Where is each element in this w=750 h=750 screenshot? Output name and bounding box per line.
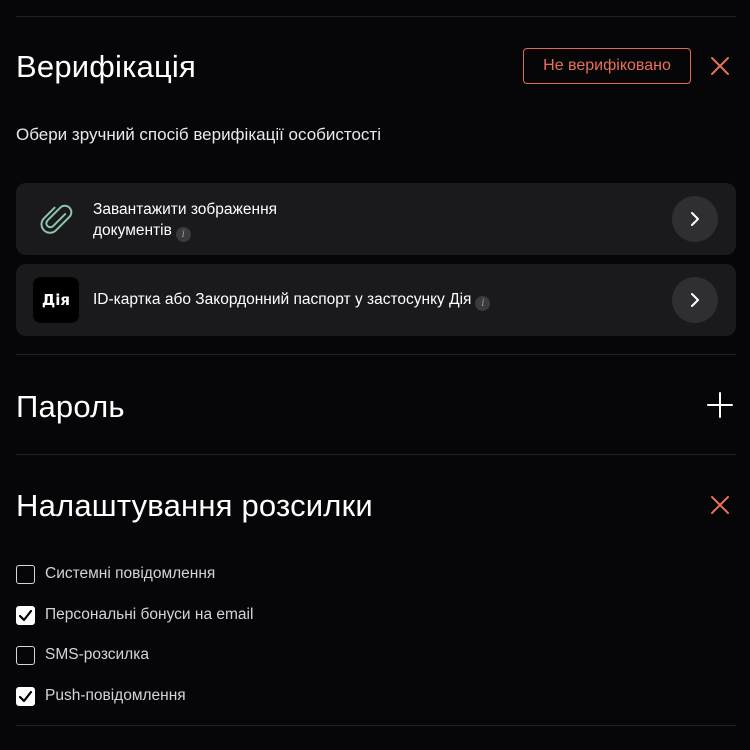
verification-status-badge: Не верифіковано [523,48,691,84]
push-notifications-label: Push-повідомлення [45,687,186,704]
push-notifications-row[interactable]: Push-повідомлення [16,685,186,707]
verification-title: Верифікація [16,49,196,84]
sms-mailing-label: SMS-розсилка [45,646,149,663]
plus-icon [707,392,733,418]
bottom-divider [16,725,736,726]
checkmark-icon [18,690,33,702]
info-icon[interactable]: i [475,296,491,311]
diia-option-label: ID-картка або Закордонний паспорт у заст… [93,291,472,308]
profile-settings-page: Верифікація Не верифіковано Обери зручни… [0,0,750,750]
chevron-right-icon [691,293,699,307]
diia-option-label-wrap: ID-картка або Закордонний паспорт у заст… [93,289,491,311]
mailing-close-button[interactable] [705,490,735,520]
chevron-right-icon [691,212,699,226]
diia-chevron-button[interactable] [672,277,718,323]
system-notifications-label: Системні повідомлення [45,565,216,582]
verification-close-button[interactable] [705,51,735,81]
checkmark-icon [18,609,33,621]
email-bonuses-row[interactable]: Персональні бонуси на email [16,604,253,626]
top-divider [16,16,736,17]
diia-logo: Дія [33,277,79,323]
sms-mailing-row[interactable]: SMS-розсилка [16,644,149,666]
push-notifications-checkbox[interactable] [16,686,35,706]
upload-documents-option[interactable]: Завантажити зображення документів i [16,183,736,255]
upload-documents-label: Завантажити зображення документів i [93,199,277,242]
close-icon [711,57,729,75]
system-notifications-row[interactable]: Системні повідомлення [16,563,215,585]
close-icon [711,496,729,514]
info-icon[interactable]: i [175,227,191,242]
upload-documents-line1: Завантажити зображення [93,201,278,218]
system-notifications-checkbox[interactable] [16,564,35,584]
sms-mailing-checkbox[interactable] [16,645,35,665]
section-divider [16,354,736,355]
password-title: Пароль [16,389,125,424]
email-bonuses-label: Персональні бонуси на email [45,606,254,623]
password-expand-button[interactable] [705,390,735,420]
verification-subtitle: Обери зручний спосіб верифікації особист… [16,125,381,144]
section-divider [16,454,736,455]
email-bonuses-checkbox[interactable] [16,605,35,625]
diia-option[interactable]: Дія ID-картка або Закордонний паспорт у … [16,264,736,336]
mailing-settings-title: Налаштування розсилки [16,488,373,523]
upload-documents-chevron-button[interactable] [672,196,718,242]
paperclip-icon [33,196,79,242]
upload-documents-line2: документів [93,222,172,239]
